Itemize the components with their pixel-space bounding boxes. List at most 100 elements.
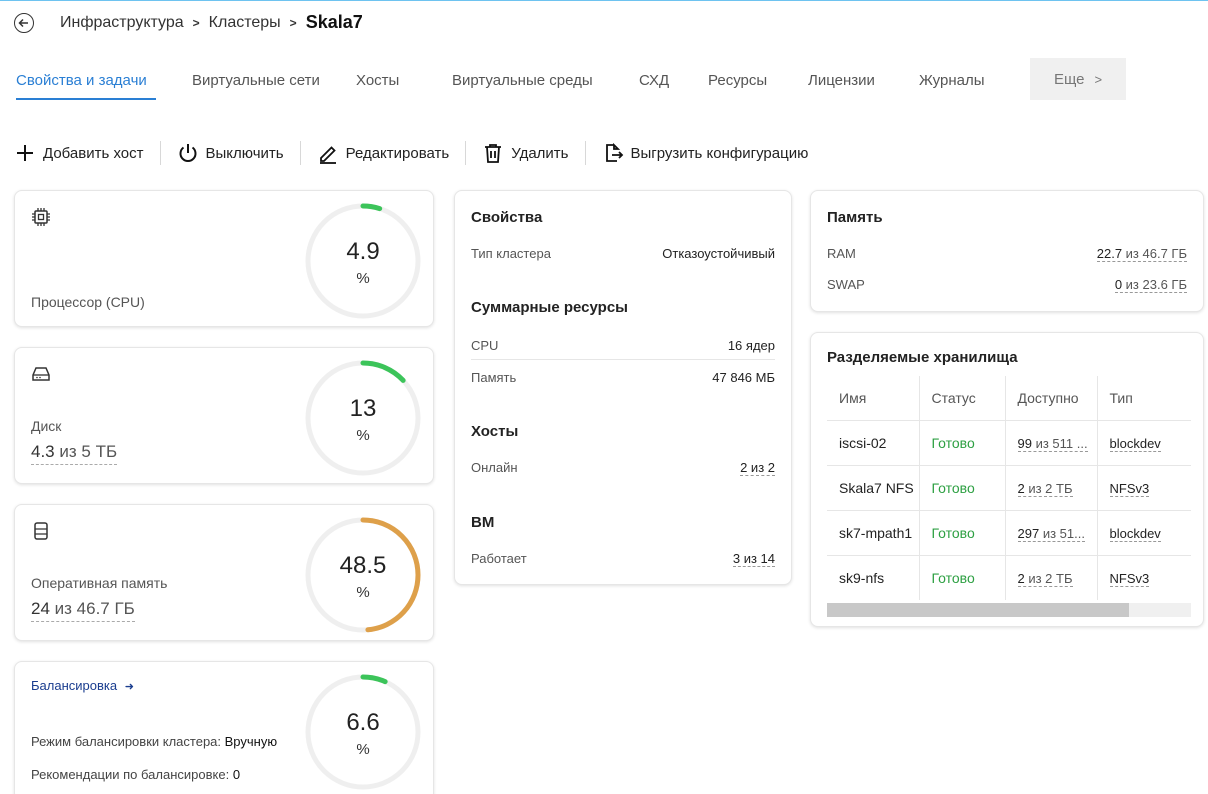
disk-value: 13 — [349, 395, 377, 422]
tab-properties-tasks[interactable]: Свойства и задачи — [16, 72, 147, 89]
storage-status: Готово — [918, 555, 1005, 600]
ram-title: Оперативная память — [31, 575, 168, 591]
shared-storage-card: Разделяемые хранилища Имя Статус Доступн… — [810, 332, 1204, 627]
storage-available-used: 297 — [1017, 525, 1040, 541]
chevron-right-icon: > — [192, 15, 200, 30]
hosts-online-label: Онлайн — [471, 460, 518, 475]
storage-status: Готово — [918, 510, 1005, 556]
export-config-button[interactable]: Выгрузить конфигурацию — [602, 142, 809, 164]
power-icon — [179, 144, 197, 162]
tab-virtual-networks[interactable]: Виртуальные сети — [192, 72, 320, 89]
scrollbar-thumb[interactable] — [827, 603, 1129, 617]
storage-type-value[interactable]: blockdev — [1109, 525, 1161, 542]
tab-licenses[interactable]: Лицензии — [808, 72, 875, 89]
swap-row: SWAP 0 из 23.6 ГБ — [827, 277, 1187, 299]
vm-running-label: Работает — [471, 551, 527, 566]
back-button[interactable] — [14, 13, 34, 33]
storage-name: Skala7 NFS — [827, 465, 919, 511]
table-row[interactable]: sk7-mpath1 Готово 297 из 51... blockdev — [827, 510, 1191, 556]
ram-label: RAM — [827, 246, 856, 261]
toolbar-divider — [584, 141, 586, 165]
table-row[interactable]: sk9-nfs Готово 2 из 2 ТБ NFSv3 — [827, 555, 1191, 600]
vm-running-row: Работает 3 из 14 — [471, 551, 775, 573]
storage-type: blockdev — [1096, 420, 1191, 466]
memory-title: Память — [827, 209, 883, 226]
cluster-type-label: Тип кластера — [471, 246, 551, 261]
power-off-button[interactable]: Выключить — [177, 142, 284, 164]
ram-memory-value[interactable]: 22.7 из 46.7 ГБ — [1096, 246, 1187, 262]
power-off-label: Выключить — [205, 144, 284, 162]
edit-button[interactable]: Редактировать — [317, 142, 449, 164]
cluster-type-value: Отказоустойчивый — [662, 246, 775, 261]
ram-unit: % — [356, 584, 370, 601]
active-tab-indicator — [16, 98, 156, 100]
ram-card: Оперативная память 24 из 46.7 ГБ 48.5 % — [14, 504, 434, 641]
storage-type: NFSv3 — [1096, 465, 1191, 511]
breadcrumb-infrastructure[interactable]: Инфраструктура — [60, 14, 184, 32]
column-header-name[interactable]: Имя — [827, 376, 919, 421]
balancing-link[interactable]: Балансировка ➜ — [31, 678, 134, 693]
storage-available-value[interactable]: 99 из 511 ... — [1017, 435, 1088, 452]
cpu-row: CPU 16 ядер — [471, 338, 775, 360]
tab-more[interactable]: Еще > — [1030, 58, 1126, 100]
column-header-type[interactable]: Тип — [1096, 376, 1191, 421]
horizontal-scrollbar[interactable] — [827, 603, 1191, 617]
hosts-title: Хосты — [471, 423, 519, 440]
table-row[interactable]: Skala7 NFS Готово 2 из 2 ТБ NFSv3 — [827, 465, 1191, 511]
vm-running-value[interactable]: 3 из 14 — [732, 551, 775, 567]
export-icon — [605, 142, 623, 162]
hosts-online-value[interactable]: 2 из 2 — [740, 460, 775, 476]
disk-used: 4.3 — [31, 442, 55, 461]
shared-storage-title: Разделяемые хранилища — [827, 349, 1018, 366]
chevron-right-icon: > — [289, 15, 297, 30]
storage-available: 99 из 511 ... — [1004, 420, 1097, 466]
ram-usage[interactable]: 24 из 46.7 ГБ — [31, 599, 135, 622]
export-config-label: Выгрузить конфигурацию — [630, 144, 809, 162]
pencil-icon — [319, 146, 336, 164]
disk-usage[interactable]: 4.3 из 5 ТБ — [31, 442, 118, 465]
memory-icon — [34, 522, 48, 540]
swap-value[interactable]: 0 из 23.6 ГБ — [1114, 277, 1187, 293]
table-row[interactable]: iscsi-02 Готово 99 из 511 ... blockdev — [827, 420, 1191, 466]
storage-available-value[interactable]: 297 из 51... — [1017, 525, 1085, 542]
storage-type-value[interactable]: blockdev — [1109, 435, 1161, 452]
tab-logs[interactable]: Журналы — [919, 72, 985, 89]
storage-name: sk7-mpath1 — [827, 510, 919, 556]
storage-available-value[interactable]: 2 из 2 ТБ — [1017, 480, 1073, 497]
ram-gauge: 48.5 % — [304, 516, 422, 634]
storage-name: iscsi-02 — [827, 420, 919, 466]
plus-icon — [17, 145, 33, 161]
chevron-right-icon: > — [1094, 71, 1103, 87]
tab-resources[interactable]: Ресурсы — [708, 72, 767, 89]
delete-button[interactable]: Удалить — [482, 142, 569, 164]
storage-type: NFSv3 — [1096, 555, 1191, 600]
table-header-row: Имя Статус Доступно Тип — [827, 376, 1191, 421]
tab-virtual-environments[interactable]: Виртуальные среды — [452, 72, 593, 89]
disk-icon — [32, 367, 50, 381]
memory-label: Память — [471, 370, 517, 385]
cpu-value: 4.9 — [346, 238, 380, 265]
disk-card: Диск 4.3 из 5 ТБ 13 % — [14, 347, 434, 484]
ram-memory-total: из 46.7 ГБ — [1122, 246, 1187, 261]
tab-hosts[interactable]: Хосты — [356, 72, 399, 89]
balancing-link-label: Балансировка — [31, 678, 118, 693]
column-header-status[interactable]: Статус — [918, 376, 1005, 421]
swap-label: SWAP — [827, 277, 865, 292]
column-header-available[interactable]: Доступно — [1004, 376, 1097, 421]
storage-available-value[interactable]: 2 из 2 ТБ — [1017, 570, 1073, 587]
breadcrumb-clusters[interactable]: Кластеры — [209, 14, 281, 32]
hosts-online-row: Онлайн 2 из 2 — [471, 460, 775, 482]
storage-available-used: 2 — [1017, 480, 1025, 496]
storage-table: Имя Статус Доступно Тип iscsi-02 Готово … — [827, 376, 1191, 600]
storage-type-value[interactable]: NFSv3 — [1109, 570, 1150, 587]
add-host-label: Добавить хост — [43, 144, 144, 162]
tab-storage[interactable]: СХД — [639, 72, 669, 89]
add-host-button[interactable]: Добавить хост — [14, 142, 144, 164]
tab-bar: Свойства и задачи Виртуальные сети Хосты… — [0, 58, 1208, 100]
cluster-type-row: Тип кластера Отказоустойчивый — [471, 246, 775, 268]
arrow-right-icon: ➜ — [124, 681, 134, 693]
storage-status: Готово — [918, 465, 1005, 511]
storage-type-value[interactable]: NFSv3 — [1109, 480, 1150, 497]
resources-title: Суммарные ресурсы — [471, 299, 628, 316]
swap-total: из 23.6 ГБ — [1122, 277, 1187, 292]
